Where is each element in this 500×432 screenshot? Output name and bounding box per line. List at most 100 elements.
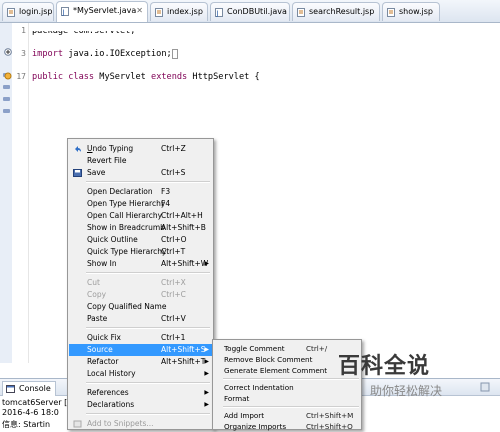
menu-item-undo-typing[interactable]: Undo Typing Ctrl+Z <box>69 143 212 155</box>
menu-separator <box>86 382 210 384</box>
jsp-file-icon <box>155 8 163 17</box>
editor-context-menu: Undo Typing Ctrl+Z Revert File Save Ctrl… <box>67 138 214 430</box>
menu-item-references[interactable]: References ▶ <box>69 387 212 399</box>
menu-item-accel: Alt+Shift+T <box>161 357 206 366</box>
code-line-class[interactable]: public class MyServlet extends HttpServl… <box>32 72 260 82</box>
menu-item-accel: Ctrl+Shift+M <box>306 411 354 420</box>
menu-item-label: Save <box>87 168 106 177</box>
menu-item-accel: Ctrl+Z <box>161 144 186 153</box>
menu-item-label: Generate Element Comment <box>224 366 328 375</box>
menu-item-copy-qualified-name[interactable]: Copy Qualified Name <box>69 301 212 313</box>
tab-condbutil-java[interactable]: J ConDBUtil.java <box>210 2 290 21</box>
tab-show-jsp[interactable]: show.jsp <box>382 2 440 21</box>
menu-item-organize-imports[interactable]: Organize Imports Ctrl+Shift+O <box>214 421 360 432</box>
tab-index-jsp[interactable]: index.jsp <box>150 2 208 21</box>
annotation-marker <box>3 85 10 89</box>
menu-item-add-import[interactable]: Add Import Ctrl+Shift+M <box>214 410 360 421</box>
folded-block-icon[interactable] <box>171 49 178 59</box>
menu-item-label: Cut <box>87 278 100 287</box>
code-text: java.io.IOException; <box>63 49 172 59</box>
menu-item-label: Correct Indentation <box>224 383 294 392</box>
menu-item-quick-fix[interactable]: Quick Fix Ctrl+1 <box>69 332 212 344</box>
console-output-line: 2016-4-6 18:0 <box>2 408 59 417</box>
jsp-file-icon <box>387 8 395 17</box>
menu-item-source[interactable]: Source Alt+Shift+S ▶ <box>69 344 212 356</box>
menu-separator <box>86 181 210 183</box>
menu-item-add-to-snippets[interactable]: Add to Snippets... <box>69 418 212 430</box>
line-number: 3 <box>21 49 26 58</box>
menu-separator <box>86 413 210 415</box>
menu-item-label: Show In <box>87 259 117 268</box>
menu-item-label: ndo Typing <box>92 144 134 153</box>
menu-item-label: Refactor <box>87 357 119 366</box>
menu-separator <box>86 327 210 329</box>
watermark: 百科全说 助你轻松解决 <box>338 348 500 408</box>
menu-item-label: References <box>87 388 129 397</box>
menu-item-accel: Ctrl+T <box>161 247 186 256</box>
editor-tab-bar: login.jsp J *MyServlet.java ✕ index.jsp … <box>0 0 500 23</box>
menu-item-cut[interactable]: Cut Ctrl+X <box>69 277 212 289</box>
menu-item-accel: Ctrl+S <box>161 168 186 177</box>
menu-item-refactor[interactable]: Refactor Alt+Shift+T ▶ <box>69 356 212 368</box>
menu-item-accel: Alt+Shift+S <box>161 345 206 354</box>
submenu-arrow-icon: ▶ <box>204 358 209 365</box>
tab-searchresult-jsp[interactable]: searchResult.jsp <box>292 2 380 21</box>
menu-item-copy[interactable]: Copy Ctrl+C <box>69 289 212 301</box>
menu-item-label: Copy Qualified Name <box>87 302 167 311</box>
menu-item-open-declaration[interactable]: Open Declaration F3 <box>69 186 212 198</box>
submenu-arrow-icon: ▶ <box>204 260 209 267</box>
tab-label: ConDBUtil.java <box>227 7 287 16</box>
menu-item-label: Add Import <box>224 411 265 420</box>
console-output-line: 信息: Startin <box>2 420 51 429</box>
line-number-gutter: 1 3 17 <box>12 23 29 363</box>
menu-item-accel: Alt+Shift+B <box>161 223 206 232</box>
tab-label: show.jsp <box>399 7 433 16</box>
menu-item-accel: Ctrl+/ <box>306 344 328 353</box>
tab-label: login.jsp <box>19 7 53 16</box>
menu-item-declarations[interactable]: Declarations ▶ <box>69 399 212 411</box>
watermark-subtitle: 助你轻松解决 <box>370 384 443 398</box>
menu-item-save[interactable]: Save Ctrl+S <box>69 167 212 179</box>
menu-item-label: Paste <box>87 314 108 323</box>
menu-item-quick-type-hierarchy[interactable]: Quick Type Hierarchy Ctrl+T <box>69 246 212 258</box>
menu-item-accel: Ctrl+Shift+O <box>306 422 353 431</box>
keyword: public class <box>32 72 95 82</box>
java-file-icon: J <box>61 7 69 16</box>
menu-item-label: Add to Snippets... <box>87 419 154 428</box>
menu-item-accel: Ctrl+X <box>161 278 186 287</box>
menu-item-quick-outline[interactable]: Quick Outline Ctrl+O <box>69 234 212 246</box>
menu-item-local-history[interactable]: Local History ▶ <box>69 368 212 380</box>
menu-item-show-in[interactable]: Show In Alt+Shift+W ▶ <box>69 258 212 270</box>
menu-item-label: Quick Fix <box>87 333 121 342</box>
menu-item-label: Open Call Hierarchy <box>87 211 163 220</box>
expand-fold-icon[interactable] <box>4 48 12 56</box>
code-line-import[interactable]: import java.io.IOException; <box>32 49 178 59</box>
menu-item-accel: Ctrl+O <box>161 235 187 244</box>
submenu-arrow-icon: ▶ <box>204 370 209 377</box>
menu-item-accel: F3 <box>161 187 171 196</box>
code-line-package[interactable]: package com.servlet; <box>32 31 135 36</box>
menu-item-open-type-hierarchy[interactable]: Open Type Hierarchy F4 <box>69 198 212 210</box>
svg-text:J: J <box>216 10 219 18</box>
menu-item-open-call-hierarchy[interactable]: Open Call Hierarchy Ctrl+Alt+H <box>69 210 212 222</box>
code-text: MyServlet <box>94 72 152 82</box>
menu-item-accel: Ctrl+1 <box>161 333 186 342</box>
menu-item-show-in-breadcrumb[interactable]: Show in Breadcrumb Alt+Shift+B <box>69 222 212 234</box>
tab-console[interactable]: Console <box>2 381 56 396</box>
menu-item-label: Quick Outline <box>87 235 138 244</box>
menu-item-accel: Alt+Shift+W <box>161 259 209 268</box>
menu-item-revert-file[interactable]: Revert File <box>69 155 212 167</box>
submenu-arrow-icon: ▶ <box>204 346 209 353</box>
menu-item-label: Copy <box>87 290 107 299</box>
tab-login-jsp[interactable]: login.jsp <box>2 2 54 21</box>
override-marker-icon <box>4 72 12 80</box>
watermark-logo: 百科全说 <box>338 354 431 379</box>
menu-item-paste[interactable]: Paste Ctrl+V <box>69 313 212 325</box>
close-icon[interactable]: ✕ <box>136 6 143 15</box>
snippet-icon <box>73 420 82 428</box>
submenu-arrow-icon: ▶ <box>204 401 209 408</box>
menu-item-label: Organize Imports <box>224 422 287 431</box>
java-file-icon: J <box>215 8 223 17</box>
menu-item-label: Revert File <box>87 156 127 165</box>
tab-myservlet-java[interactable]: J *MyServlet.java ✕ <box>56 1 148 22</box>
